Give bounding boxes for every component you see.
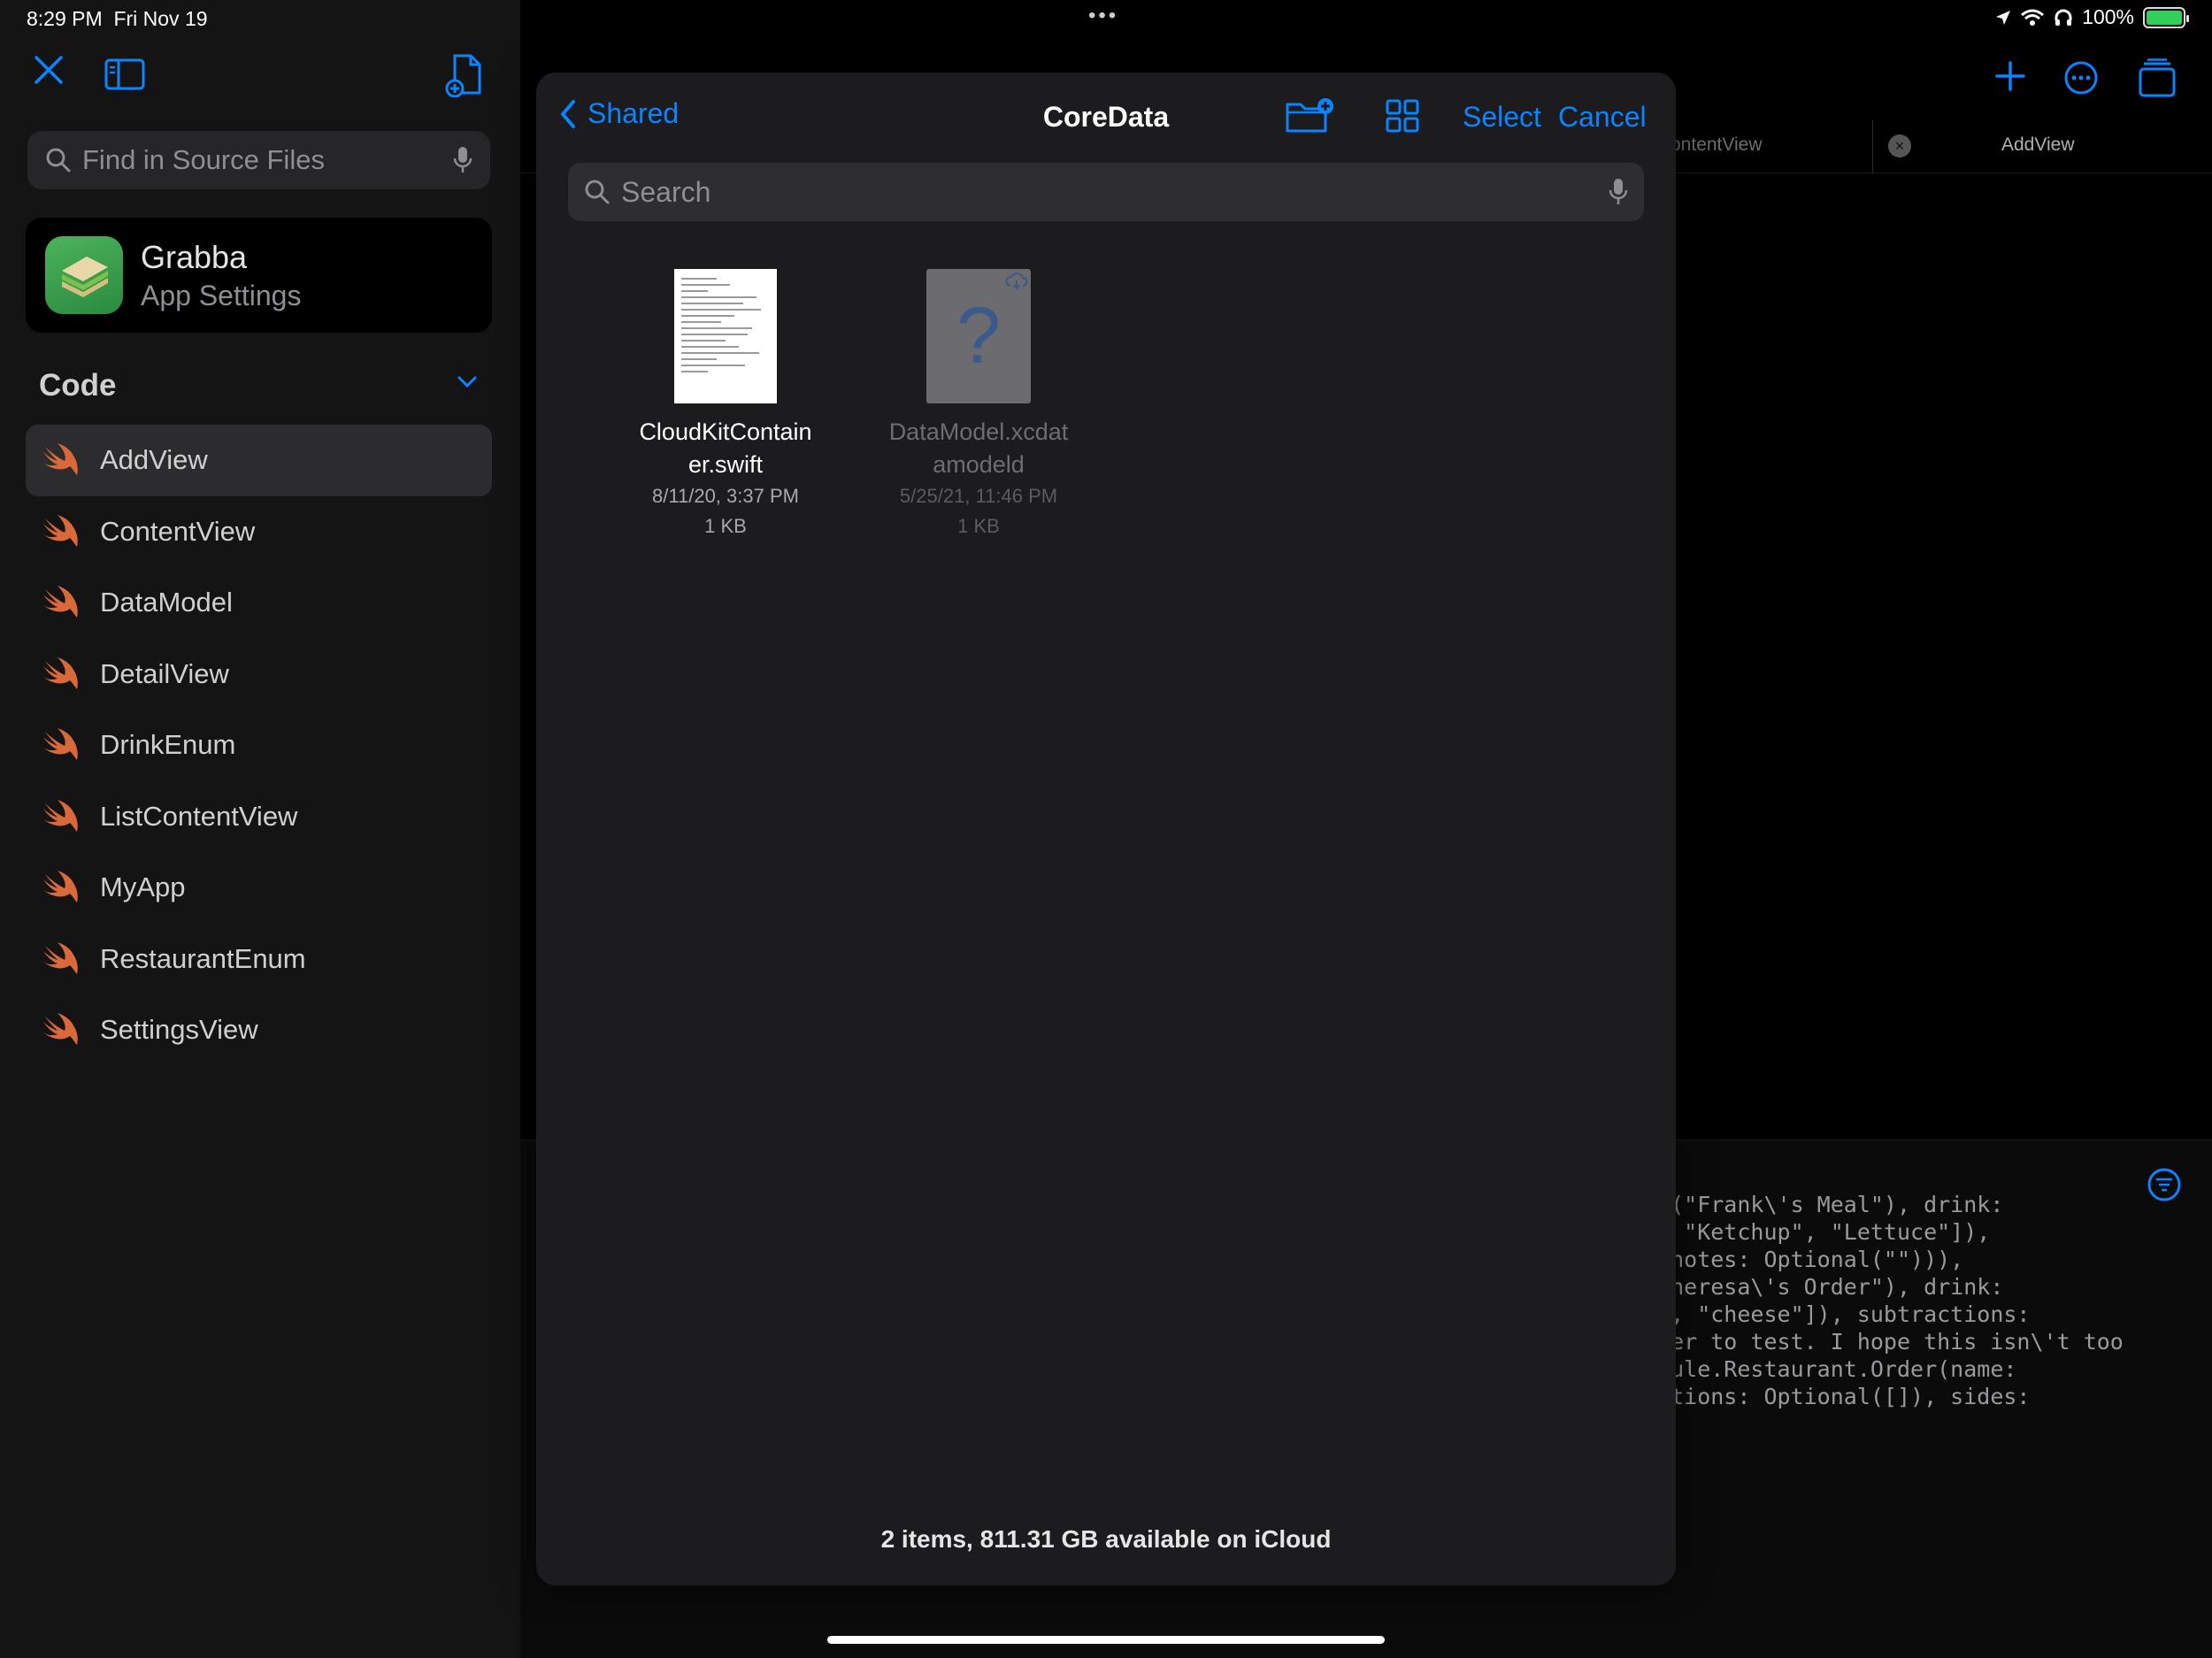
picker-search-field[interactable]: Search bbox=[568, 163, 1644, 221]
swift-icon bbox=[43, 514, 78, 547]
status-date: Fri Nov 19 bbox=[113, 7, 208, 30]
swift-icon bbox=[43, 656, 78, 689]
file-name: DataModel.xcdat amodeld bbox=[888, 418, 1069, 478]
back-button[interactable]: Shared bbox=[559, 97, 679, 130]
sidebar-file-label: AddView bbox=[100, 444, 208, 476]
sidebar: Find in Source Files Grabba App Settings… bbox=[0, 0, 520, 1658]
swift-icon bbox=[43, 799, 78, 832]
source-search-field[interactable]: Find in Source Files bbox=[27, 131, 490, 189]
swift-icon bbox=[43, 728, 78, 761]
file-date: 8/11/20, 3:37 PM bbox=[652, 485, 799, 507]
swift-icon bbox=[43, 871, 78, 903]
tab-divider bbox=[1872, 120, 1873, 173]
cloud-download-icon bbox=[1005, 272, 1028, 290]
home-indicator[interactable] bbox=[827, 1636, 1385, 1644]
app-icon bbox=[45, 236, 123, 314]
sidebar-file-restaurantenum[interactable]: RestaurantEnum bbox=[26, 924, 492, 995]
sidebar-toggle-icon[interactable] bbox=[104, 58, 145, 90]
source-search-placeholder: Find in Source Files bbox=[82, 144, 325, 175]
filter-icon[interactable] bbox=[2147, 1167, 2182, 1202]
sidebar-file-label: DetailView bbox=[100, 657, 229, 689]
section-header-code[interactable]: Code bbox=[39, 368, 117, 403]
file-item-datamodel: ? DataModel.xcdat amodeld 5/25/21, 11:46 … bbox=[872, 269, 1085, 541]
sidebar-file-detailview[interactable]: DetailView bbox=[26, 639, 492, 710]
file-size: 1 KB bbox=[957, 515, 1000, 537]
new-file-icon[interactable] bbox=[444, 53, 483, 97]
sidebar-file-listcontentview[interactable]: ListContentView bbox=[26, 781, 492, 853]
grid-view-icon[interactable] bbox=[1386, 99, 1419, 133]
file-name: CloudKitContain er.swift bbox=[639, 418, 812, 478]
sidebar-file-label: DataModel bbox=[100, 587, 233, 618]
status-icons: 100% bbox=[1995, 5, 2189, 29]
console-line: ", "Ketchup", "Lettuce"]), bbox=[1644, 1219, 1991, 1245]
microphone-icon[interactable] bbox=[1609, 177, 1628, 207]
back-label: Shared bbox=[588, 97, 680, 129]
tab-close-icon[interactable]: × bbox=[1888, 134, 1911, 157]
wifi-icon bbox=[2021, 9, 2045, 26]
headphones-icon bbox=[2055, 9, 2072, 26]
console-line: al("Frank\'s Meal"), drink: bbox=[1644, 1192, 2004, 1217]
app-subtitle: App Settings bbox=[141, 279, 302, 311]
chevron-down-icon[interactable] bbox=[457, 375, 478, 389]
sidebar-file-myapp[interactable]: MyApp bbox=[26, 852, 492, 924]
file-item-cloudkitcontainer[interactable]: CloudKitContain er.swift 8/11/20, 3:37 PM… bbox=[619, 269, 832, 541]
tab-addview[interactable]: AddView bbox=[2001, 134, 2075, 156]
sidebar-file-addview[interactable]: AddView bbox=[26, 425, 492, 496]
storage-summary: 2 items, 811.31 GB available on iCloud bbox=[880, 1525, 1332, 1553]
close-icon[interactable] bbox=[34, 55, 64, 85]
search-icon bbox=[585, 180, 610, 204]
status-time-date: 8:29 PM Fri Nov 19 bbox=[27, 7, 208, 31]
tab-contentview[interactable]: ontentView bbox=[1671, 134, 1763, 156]
sidebar-file-label: ListContentView bbox=[100, 800, 298, 832]
sidebar-file-contentview[interactable]: ContentView bbox=[26, 496, 492, 568]
search-icon bbox=[46, 148, 71, 173]
picker-title: CoreData bbox=[1042, 101, 1170, 133]
swift-icon bbox=[43, 1013, 78, 1046]
console-line: "Theresa\'s Order"), drink: bbox=[1644, 1274, 2004, 1300]
more-options-icon[interactable] bbox=[2063, 60, 2099, 96]
sidebar-file-settingsview[interactable]: SettingsView bbox=[26, 994, 492, 1066]
console-line: actions: Optional([]), sides: bbox=[1644, 1384, 2031, 1409]
microphone-icon[interactable] bbox=[453, 145, 472, 175]
battery-icon bbox=[2143, 6, 2189, 28]
swift-icon bbox=[43, 443, 78, 476]
sidebar-file-label: ContentView bbox=[100, 515, 256, 547]
file-size: 1 KB bbox=[704, 515, 747, 537]
swift-icon bbox=[43, 586, 78, 618]
source-file-list: AddView ContentView DataModel DetailView Dri… bbox=[26, 425, 492, 1066]
status-time: 8:29 PM bbox=[27, 7, 103, 30]
add-icon[interactable] bbox=[1994, 60, 2026, 92]
location-icon bbox=[1996, 10, 2011, 25]
file-date: 5/25/21, 11:46 PM bbox=[899, 485, 1058, 507]
sidebar-file-label: SettingsView bbox=[100, 1014, 258, 1046]
app-name: Grabba bbox=[141, 238, 248, 275]
tabs-overview-icon[interactable] bbox=[2138, 58, 2177, 97]
sidebar-file-drinkenum[interactable]: DrinkEnum bbox=[26, 710, 492, 781]
console-line: rder to test. I hope this isn\'t too bbox=[1644, 1329, 2124, 1355]
sidebar-file-datamodel[interactable]: DataModel bbox=[26, 567, 492, 639]
sandwich-icon bbox=[62, 257, 108, 297]
status-bar: 8:29 PM Fri Nov 19 ••• 100% bbox=[0, 0, 2212, 39]
battery-percent: 100% bbox=[2082, 5, 2134, 28]
new-folder-icon[interactable] bbox=[1285, 97, 1336, 134]
sidebar-file-label: DrinkEnum bbox=[100, 729, 236, 761]
console-line: , notes: Optional(""))), bbox=[1644, 1247, 1964, 1272]
sidebar-file-label: RestaurantEnum bbox=[100, 942, 306, 974]
app-settings-card[interactable]: Grabba App Settings bbox=[26, 218, 492, 333]
swift-icon bbox=[43, 941, 78, 974]
console-line: odule.Restaurant.Order(name: bbox=[1644, 1356, 2017, 1382]
multitasking-dots[interactable]: ••• bbox=[1088, 4, 1118, 28]
select-button[interactable]: Select bbox=[1463, 101, 1541, 134]
cancel-button[interactable]: Cancel bbox=[1558, 101, 1647, 134]
picker-search-placeholder: Search bbox=[621, 175, 711, 208]
console-line: o", "cheese"]), subtractions: bbox=[1644, 1301, 2031, 1327]
swift-file-thumbnail bbox=[674, 269, 777, 403]
sidebar-file-label: MyApp bbox=[100, 871, 186, 903]
chevron-left-icon bbox=[561, 99, 575, 128]
file-picker-sheet: Shared CoreData Select Cancel Search Clo… bbox=[536, 73, 1676, 1585]
unknown-file-thumbnail: ? bbox=[926, 269, 1031, 403]
